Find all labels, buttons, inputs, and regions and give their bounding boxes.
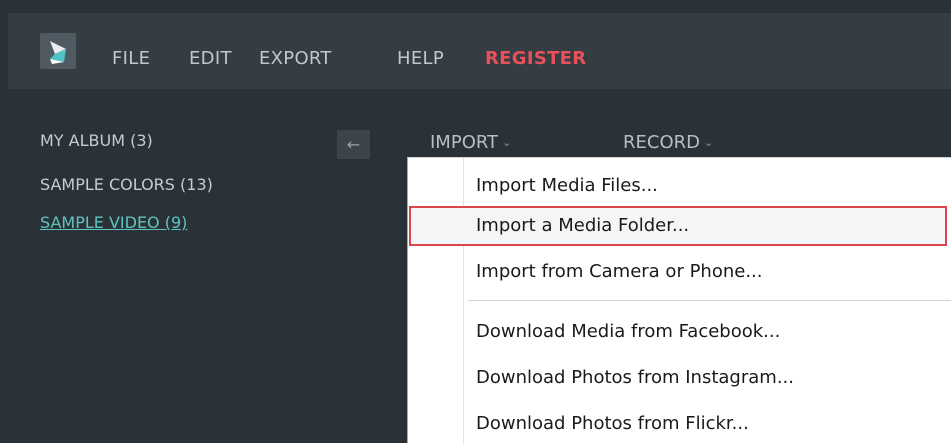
app-window: FILE EDIT EXPORT HELP REGISTER MY ALBUM … [0, 0, 951, 444]
import-tab-label: IMPORT [430, 132, 499, 153]
record-tab-label: RECORD [623, 132, 700, 153]
menu-item-import-media-files[interactable]: Import Media Files... [476, 175, 658, 197]
album-my-album[interactable]: MY ALBUM (3) [40, 131, 153, 151]
menu-item-download-instagram[interactable]: Download Photos from Instagram... [476, 367, 794, 389]
menu-bar: FILE EDIT EXPORT HELP REGISTER [8, 13, 951, 89]
record-tab[interactable]: RECORD ⌄ [623, 132, 713, 154]
import-tab[interactable]: IMPORT ⌄ [430, 132, 511, 154]
menu-item-download-flickr[interactable]: Download Photos from Flickr... [476, 413, 749, 435]
menu-gutter [463, 158, 464, 444]
chevron-down-icon: ⌄ [703, 136, 714, 149]
arrow-left-icon: ← [346, 135, 361, 154]
album-sample-video[interactable]: SAMPLE VIDEO (9) [40, 213, 187, 233]
menu-item-import-from-camera[interactable]: Import from Camera or Phone... [476, 261, 763, 283]
album-sample-colors[interactable]: SAMPLE COLORS (13) [40, 175, 213, 195]
menu-file[interactable]: FILE [112, 48, 150, 70]
filmora-logo-icon[interactable] [40, 33, 76, 69]
menu-edit[interactable]: EDIT [189, 48, 232, 70]
menu-help[interactable]: HELP [397, 48, 444, 70]
menu-export[interactable]: EXPORT [259, 48, 332, 70]
collapse-sidebar-button[interactable]: ← [337, 130, 370, 159]
chevron-down-icon: ⌄ [502, 136, 512, 149]
menu-register[interactable]: REGISTER [485, 48, 586, 70]
menu-item-import-media-folder[interactable]: Import a Media Folder... [476, 215, 689, 237]
menu-item-download-facebook[interactable]: Download Media from Facebook... [476, 321, 780, 343]
import-dropdown-menu: Import Media Files... Import a Media Fol… [407, 157, 951, 444]
menu-separator [468, 300, 951, 301]
